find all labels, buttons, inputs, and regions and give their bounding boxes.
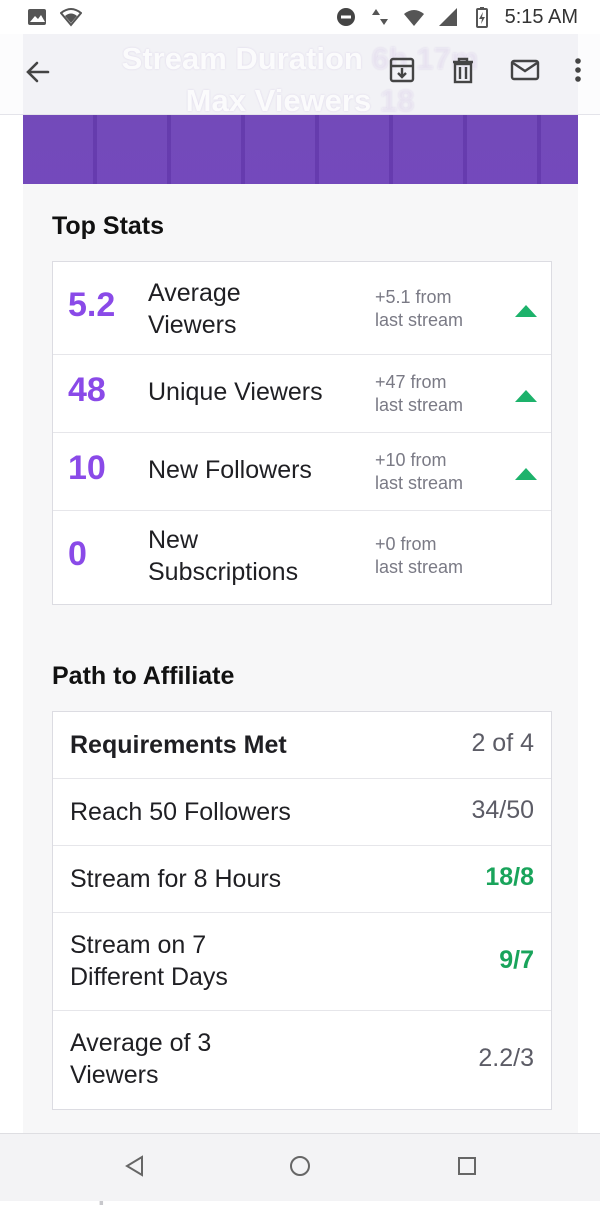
stat-change-line1: +0 from	[375, 534, 437, 554]
stat-value: 10	[68, 449, 106, 487]
stat-change: +10 from last stream	[375, 449, 463, 495]
stat-label-line1: Unique Viewers	[148, 378, 323, 406]
stat-label-line1: New Followers	[148, 456, 312, 484]
req-row-average-viewers: Average of 3 Viewers 2.2/3	[53, 1011, 551, 1109]
req-row-followers: Reach 50 Followers 34/50	[53, 779, 551, 846]
back-arrow-icon[interactable]	[24, 58, 52, 86]
stat-change-line1: +10 from	[375, 450, 447, 470]
stat-change-line2: last stream	[375, 557, 464, 577]
req-value: 34/50	[471, 796, 534, 824]
wifi-icon	[403, 10, 424, 26]
nav-back-icon[interactable]	[123, 1154, 145, 1178]
stat-change-line2: last stream	[375, 310, 464, 330]
wifi-alert-icon	[60, 8, 82, 27]
status-time: 5:15 AM	[504, 5, 578, 28]
status-bar: 5:15 AM	[0, 0, 600, 34]
app-bar	[0, 34, 600, 115]
image-notification-icon	[28, 9, 46, 25]
stat-value: 5.2	[68, 286, 116, 324]
stat-change-line2: last stream	[375, 395, 464, 415]
stat-row-new-subscriptions: 0 New Subscriptions +0 from last stream	[53, 511, 551, 604]
req-label-line2: Different Days	[70, 963, 228, 991]
req-label-line1: Stream on 7	[70, 931, 207, 959]
req-label-line1: Requirements Met	[70, 731, 287, 759]
data-arrows-icon	[371, 9, 388, 25]
req-label: Average of 3 Viewers	[70, 1027, 211, 1091]
stat-value: 0	[68, 535, 87, 573]
stat-change-line2: last stream	[375, 473, 464, 493]
stat-change: +47 from last stream	[375, 371, 463, 417]
req-label: Stream for 8 Hours	[70, 863, 281, 895]
affiliate-card: Requirements Met 2 of 4 Reach 50 Followe…	[52, 711, 552, 1110]
req-label: Stream on 7 Different Days	[70, 929, 228, 993]
do-not-disturb-icon	[336, 8, 355, 26]
stat-label-line1: Average	[148, 279, 241, 307]
req-value: 18/8	[485, 863, 534, 891]
top-stats-title: Top Stats	[52, 212, 165, 240]
signal-icon	[438, 8, 457, 26]
banner-pattern	[23, 114, 578, 184]
battery-charging-icon	[475, 7, 488, 28]
req-row-hours: Stream for 8 Hours 18/8	[53, 846, 551, 913]
stat-label-line2: Viewers	[148, 311, 237, 339]
top-stats-card: 5.2 Average Viewers +5.1 from last stream …	[52, 261, 552, 605]
requirements-met-row: Requirements Met 2 of 4	[53, 712, 551, 779]
system-nav-bar	[0, 1133, 600, 1201]
stat-label: Average Viewers	[148, 277, 241, 341]
trend-up-icon	[515, 390, 537, 402]
app-bar-actions	[388, 56, 582, 84]
req-label-line1: Stream for 8 Hours	[70, 865, 282, 893]
req-label: Requirements Met	[70, 729, 287, 761]
stat-change: +5.1 from last stream	[375, 286, 463, 332]
req-label-line1: Reach 50 Followers	[70, 798, 291, 826]
req-value: 2 of 4	[471, 729, 534, 757]
stat-change-line1: +5.1 from	[375, 287, 452, 307]
more-vert-icon[interactable]	[574, 57, 582, 83]
req-value: 9/7	[499, 946, 534, 974]
archive-icon[interactable]	[388, 56, 416, 84]
req-label-line2: Viewers	[70, 1061, 159, 1089]
stat-label: Unique Viewers	[148, 376, 323, 408]
delete-icon[interactable]	[450, 56, 476, 84]
req-value: 2.2/3	[478, 1044, 534, 1072]
req-row-days: Stream on 7 Different Days 9/7	[53, 913, 551, 1011]
req-label-line1: Average of 3	[70, 1029, 212, 1057]
stat-row-new-followers: 10 New Followers +10 from last stream	[53, 433, 551, 511]
stat-label: New Subscriptions	[148, 524, 298, 588]
stat-label-line1: New	[148, 526, 199, 554]
req-label: Reach 50 Followers	[70, 796, 291, 828]
trend-up-icon	[515, 468, 537, 480]
stat-row-average-viewers: 5.2 Average Viewers +5.1 from last stream	[53, 262, 551, 355]
stat-value: 48	[68, 371, 106, 409]
nav-recents-icon[interactable]	[456, 1154, 478, 1178]
stat-change: +0 from last stream	[375, 533, 463, 579]
affiliate-title: Path to Affiliate	[52, 662, 235, 690]
nav-home-icon[interactable]	[288, 1154, 312, 1178]
mail-icon[interactable]	[510, 58, 540, 82]
stat-label: New Followers	[148, 454, 312, 486]
stat-change-line1: +47 from	[375, 372, 447, 392]
stat-row-unique-viewers: 48 Unique Viewers +47 from last stream	[53, 355, 551, 433]
stat-label-line2: Subscriptions	[148, 558, 299, 586]
trend-up-icon	[515, 305, 537, 317]
